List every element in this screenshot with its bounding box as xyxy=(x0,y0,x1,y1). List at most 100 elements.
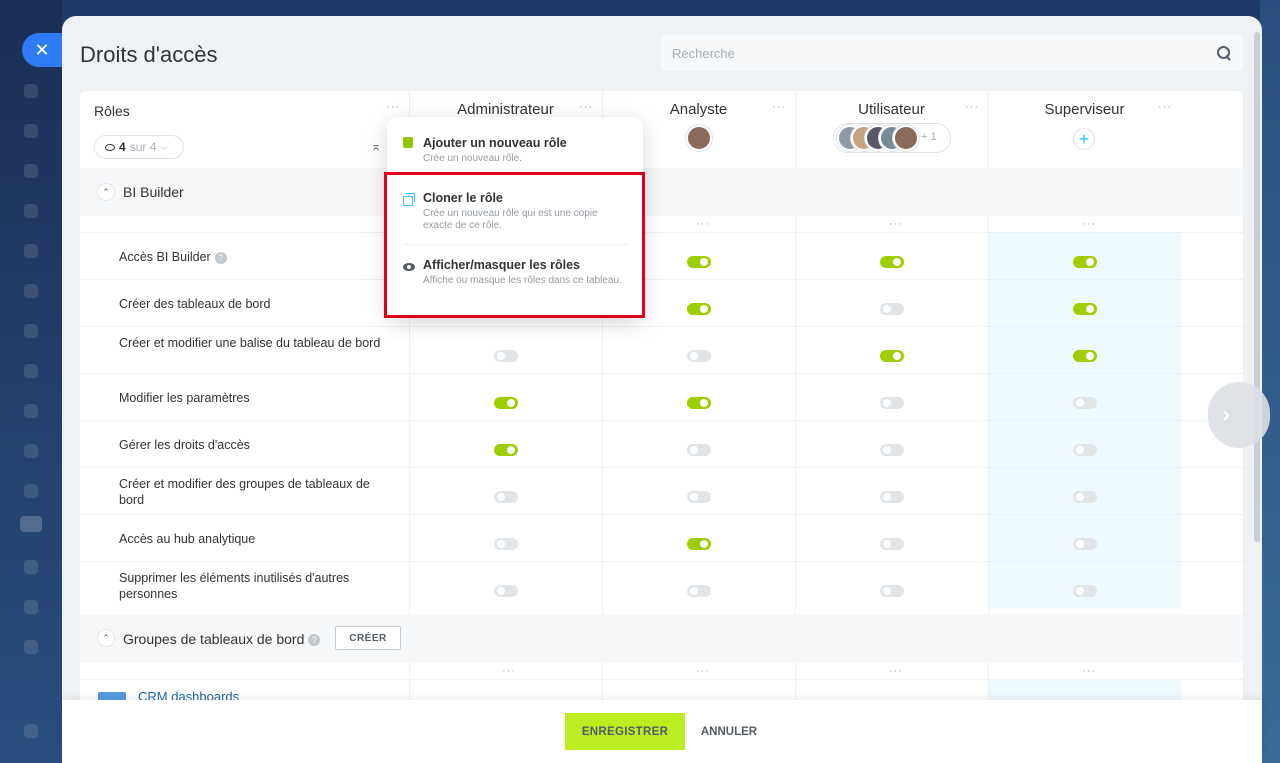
menu-item-description: Affiche ou masque les rôles dans ce tabl… xyxy=(423,275,622,286)
permission-toggle[interactable] xyxy=(687,397,711,409)
column-menu-button[interactable]: ··· xyxy=(1082,665,1096,677)
column-menu-button[interactable]: ··· xyxy=(772,101,786,113)
chevron-right-icon: › xyxy=(1222,401,1230,428)
sidebar-icon[interactable] xyxy=(24,560,38,574)
permission-label: Gérer les droits d'accès xyxy=(119,438,250,452)
add-member-button[interactable]: + xyxy=(1073,128,1095,150)
menu-item-title: Cloner le rôle xyxy=(423,191,503,205)
column-menu-button[interactable]: ··· xyxy=(889,665,903,677)
roles-menu-button[interactable]: ··· xyxy=(386,101,400,113)
permission-label: Modifier les paramètres xyxy=(119,391,250,405)
sidebar-icon[interactable] xyxy=(24,364,38,378)
permission-toggle[interactable] xyxy=(880,585,904,597)
permission-toggle[interactable] xyxy=(1073,491,1097,503)
permission-label: Supprimer les éléments inutilisés d'autr… xyxy=(119,571,350,601)
section-title: BI Builder xyxy=(123,184,184,200)
sidebar-icon[interactable] xyxy=(24,84,38,98)
collapse-icon[interactable]: ⌅ xyxy=(371,139,381,153)
column-menu-button[interactable]: ··· xyxy=(502,665,516,677)
column-menu-button[interactable]: ··· xyxy=(965,101,979,113)
permission-toggle[interactable] xyxy=(1073,256,1097,268)
permission-toggle[interactable] xyxy=(1073,350,1097,362)
permission-toggle[interactable] xyxy=(494,350,518,362)
permission-toggle[interactable] xyxy=(687,350,711,362)
permission-toggle[interactable] xyxy=(687,538,711,550)
permission-toggle[interactable] xyxy=(880,397,904,409)
permission-toggle[interactable] xyxy=(687,444,711,456)
permission-toggle[interactable] xyxy=(494,397,518,409)
permission-toggle[interactable] xyxy=(1073,538,1097,550)
permission-toggle[interactable] xyxy=(1073,303,1097,315)
roles-counter-chip[interactable]: 4 sur 4 ⌵ xyxy=(94,135,184,159)
help-icon[interactable]: ? xyxy=(214,251,227,264)
column-header-utilisateur[interactable]: Utilisateur xyxy=(795,101,988,118)
sidebar-icon[interactable] xyxy=(24,164,38,178)
permission-toggle[interactable] xyxy=(687,303,711,315)
column-header-superviseur[interactable]: Superviseur xyxy=(988,101,1181,118)
permission-toggle[interactable] xyxy=(880,538,904,550)
search-box[interactable] xyxy=(661,35,1243,71)
permission-toggle[interactable] xyxy=(1073,444,1097,456)
section-bi-builder xyxy=(80,168,1243,216)
sidebar-icon[interactable] xyxy=(24,324,38,338)
sidebar-icon[interactable] xyxy=(24,724,38,738)
avatar[interactable] xyxy=(686,125,712,151)
column-menu-button[interactable]: ··· xyxy=(696,218,710,230)
permission-toggle[interactable] xyxy=(880,303,904,315)
menu-item-description: Crée un nouveau rôle. xyxy=(423,153,522,164)
permission-toggle[interactable] xyxy=(687,256,711,268)
save-button[interactable]: ENREGISTRER xyxy=(565,713,685,750)
search-input[interactable] xyxy=(672,45,1216,61)
menu-item-title: Ajouter un nouveau rôle xyxy=(423,136,567,150)
permission-toggle[interactable] xyxy=(880,256,904,268)
section-title-text: Groupes de tableaux de bord xyxy=(123,631,305,647)
column-menu-button[interactable]: ··· xyxy=(889,218,903,230)
sidebar-icon[interactable] xyxy=(24,484,38,498)
permission-toggle[interactable] xyxy=(880,444,904,456)
close-slider-button[interactable]: ✕ xyxy=(22,33,62,67)
permission-toggle[interactable] xyxy=(880,491,904,503)
permission-toggle[interactable] xyxy=(880,350,904,362)
cancel-button[interactable]: ANNULER xyxy=(695,713,763,750)
sidebar-icon[interactable] xyxy=(24,204,38,218)
permission-toggle[interactable] xyxy=(1073,585,1097,597)
column-menu-button[interactable]: ··· xyxy=(1158,101,1172,113)
sidebar-icon[interactable] xyxy=(24,444,38,458)
help-icon[interactable]: ? xyxy=(308,634,321,647)
search-icon[interactable] xyxy=(1216,45,1232,61)
permission-toggle[interactable] xyxy=(494,444,518,456)
permission-toggle[interactable] xyxy=(1073,397,1097,409)
scrollbar[interactable] xyxy=(1254,32,1260,542)
create-group-button[interactable]: CRÉER xyxy=(335,626,401,650)
column-highlight xyxy=(988,233,1181,609)
scroll-right-button[interactable]: › xyxy=(1208,382,1270,448)
permission-text: Accès BI Builder xyxy=(119,250,211,264)
extra-members-count: + 1 xyxy=(921,131,937,143)
sidebar-icon[interactable] xyxy=(24,640,38,654)
collapse-section-icon[interactable]: ⌃ xyxy=(97,183,115,201)
permission-label: Créer et modifier une balise du tableau … xyxy=(119,336,381,350)
permission-toggle[interactable] xyxy=(494,538,518,550)
permission-toggle[interactable] xyxy=(494,585,518,597)
column-menu-button[interactable]: ··· xyxy=(696,665,710,677)
sidebar-icon[interactable] xyxy=(24,404,38,418)
sidebar-icon[interactable] xyxy=(24,244,38,258)
column-menu-button[interactable]: ··· xyxy=(1082,218,1096,230)
column-header-administrateur[interactable]: Administrateur xyxy=(409,101,602,118)
permission-toggle[interactable] xyxy=(494,491,518,503)
sidebar-icon[interactable] xyxy=(24,124,38,138)
column-menu-button[interactable]: ··· xyxy=(579,101,593,113)
permission-toggle[interactable] xyxy=(687,585,711,597)
menu-item-title: Afficher/masquer les rôles xyxy=(423,258,581,272)
column-header-analyste[interactable]: Analyste xyxy=(602,101,795,118)
collapse-section-icon[interactable]: ⌃ xyxy=(97,629,115,647)
permission-label: Créer des tableaux de bord xyxy=(119,297,271,311)
permission-toggle[interactable] xyxy=(687,491,711,503)
eye-icon xyxy=(105,143,115,151)
sidebar-icon[interactable] xyxy=(24,600,38,614)
access-rights-panel: Droits d'accès Rôles ··· 4 sur 4 ⌵ ⌅ Adm… xyxy=(62,16,1262,763)
sidebar-icon[interactable] xyxy=(24,284,38,298)
roles-label: Rôles xyxy=(94,103,130,119)
page-title: Droits d'accès xyxy=(80,42,218,67)
sidebar-icon-active[interactable] xyxy=(20,516,42,532)
